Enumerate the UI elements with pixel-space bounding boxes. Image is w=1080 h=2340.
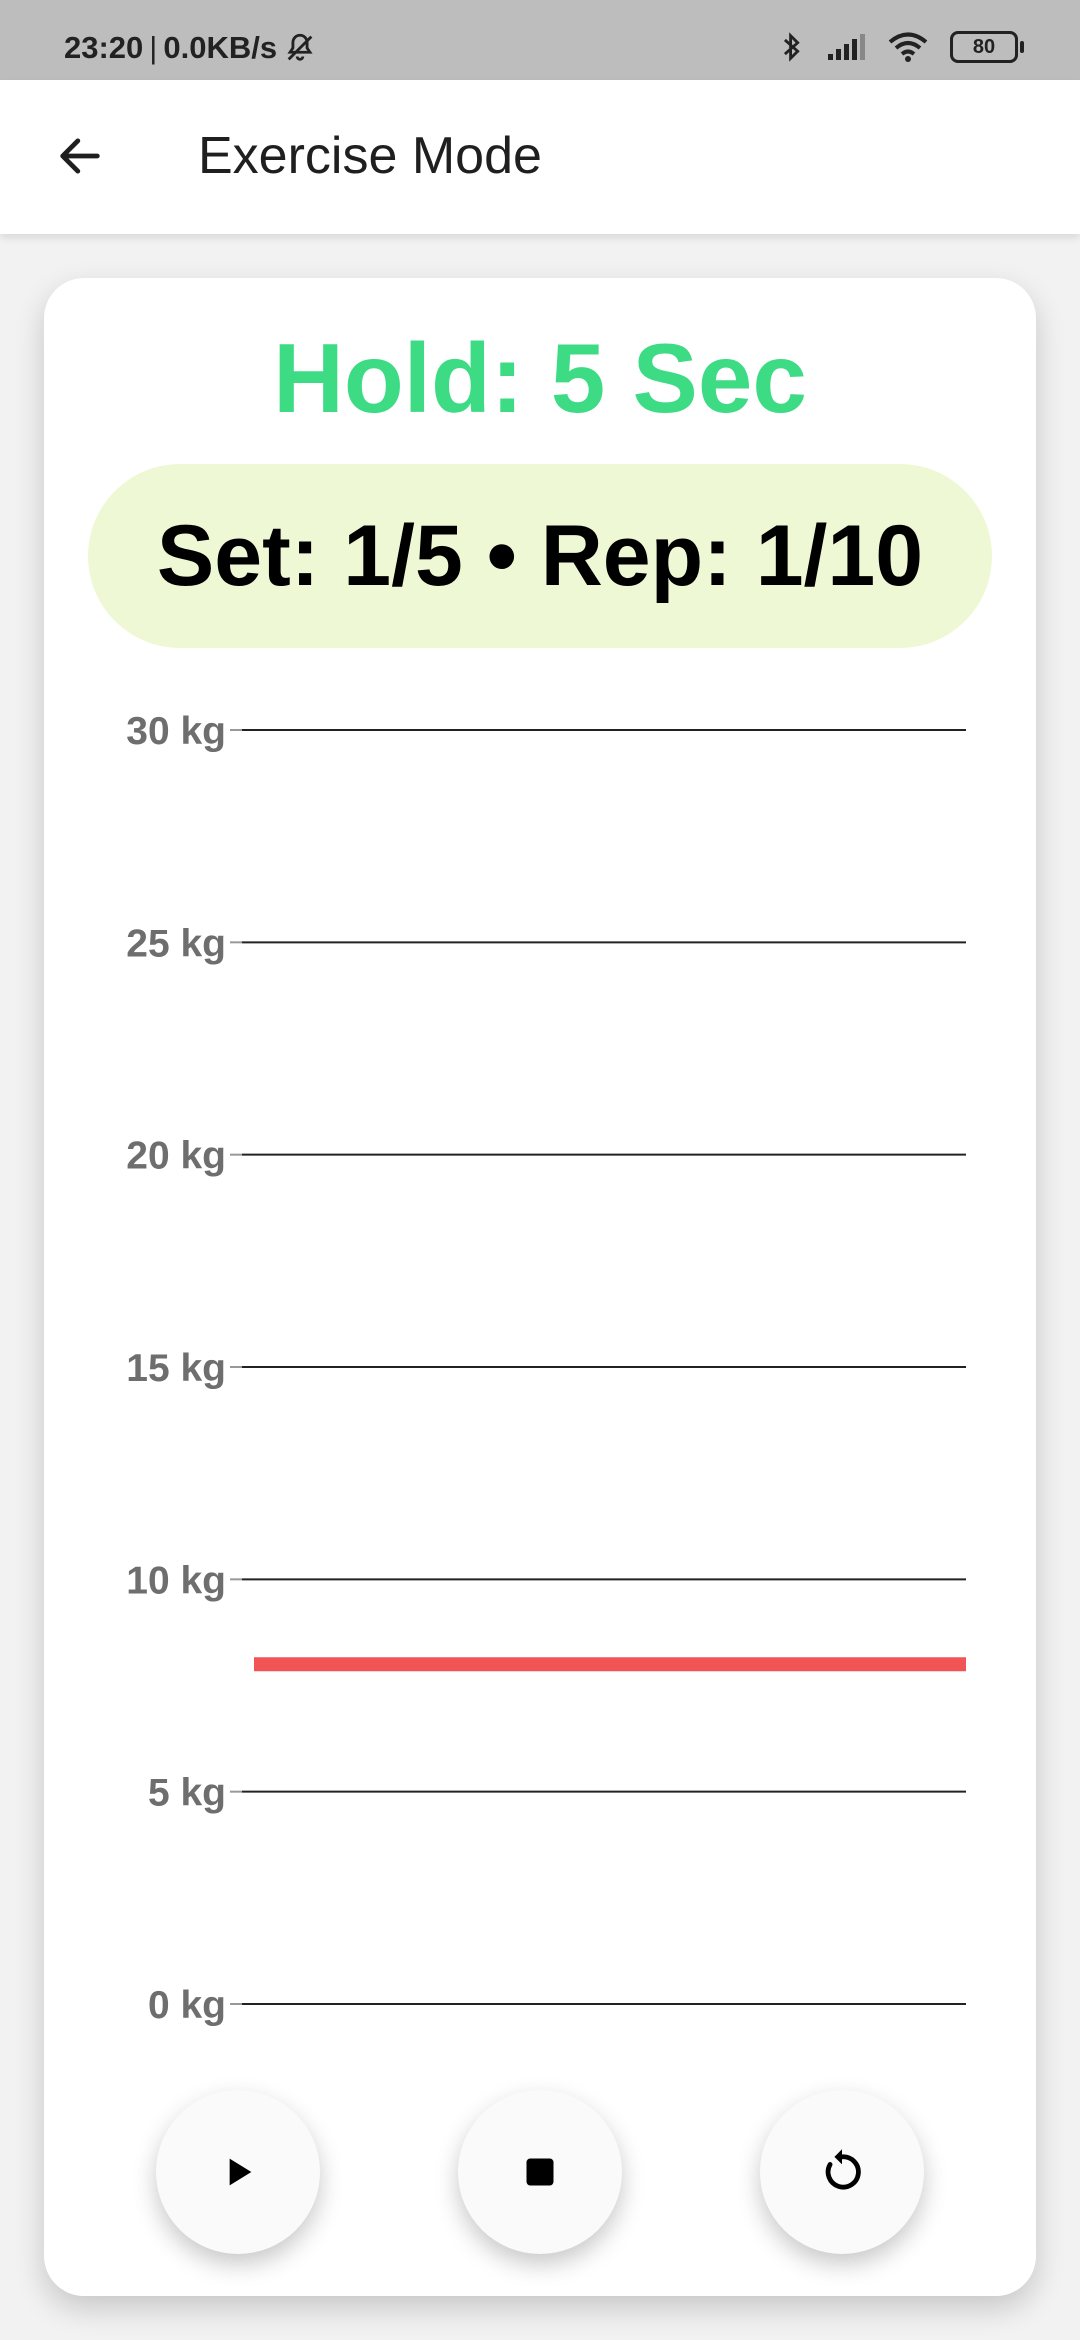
wifi-icon — [888, 31, 928, 63]
y-tick-label: 0 kg — [148, 1984, 226, 2027]
reset-button[interactable] — [760, 2090, 924, 2254]
stop-button[interactable] — [458, 2090, 622, 2254]
back-button[interactable] — [44, 120, 116, 192]
y-tick-label: 20 kg — [126, 1135, 226, 1178]
play-button[interactable] — [156, 2090, 320, 2254]
controls-bar — [0, 2090, 1080, 2270]
bluetooth-icon — [780, 30, 804, 64]
status-separator: | — [149, 30, 158, 65]
status-network-speed: 0.0KB/s — [163, 30, 278, 65]
battery-level: 80 — [972, 35, 996, 58]
exercise-card: Hold: 5 Sec Set: 1/5 • Rep: 1/10 30 kg 25… — [44, 278, 1036, 2296]
reset-icon — [816, 2146, 868, 2198]
status-right: 80 — [780, 30, 1024, 64]
signal-icon — [826, 32, 866, 62]
y-tick-label: 5 kg — [148, 1772, 226, 1815]
status-bar: 23:20 | 0.0KB/s 80 — [0, 0, 1080, 80]
status-left: 23:20 | 0.0KB/s — [64, 30, 317, 66]
y-tick-label: 15 kg — [126, 1347, 226, 1390]
arrow-left-icon — [54, 130, 106, 182]
play-icon — [218, 2152, 258, 2192]
stop-icon — [522, 2154, 558, 2190]
force-chart: 30 kg 25 kg 20 kg 15 kg 10 kg 5 kg 0 kg — [126, 710, 966, 2027]
battery-icon: 80 — [950, 31, 1024, 63]
status-time: 23:20 — [64, 30, 144, 65]
y-tick-label: 30 kg — [126, 710, 226, 753]
y-tick-label: 25 kg — [126, 922, 226, 965]
y-tick-label: 10 kg — [126, 1559, 226, 1602]
mute-icon — [283, 31, 317, 65]
page-title: Exercise Mode — [198, 127, 542, 185]
app-bar: Exercise Mode — [0, 80, 1080, 234]
